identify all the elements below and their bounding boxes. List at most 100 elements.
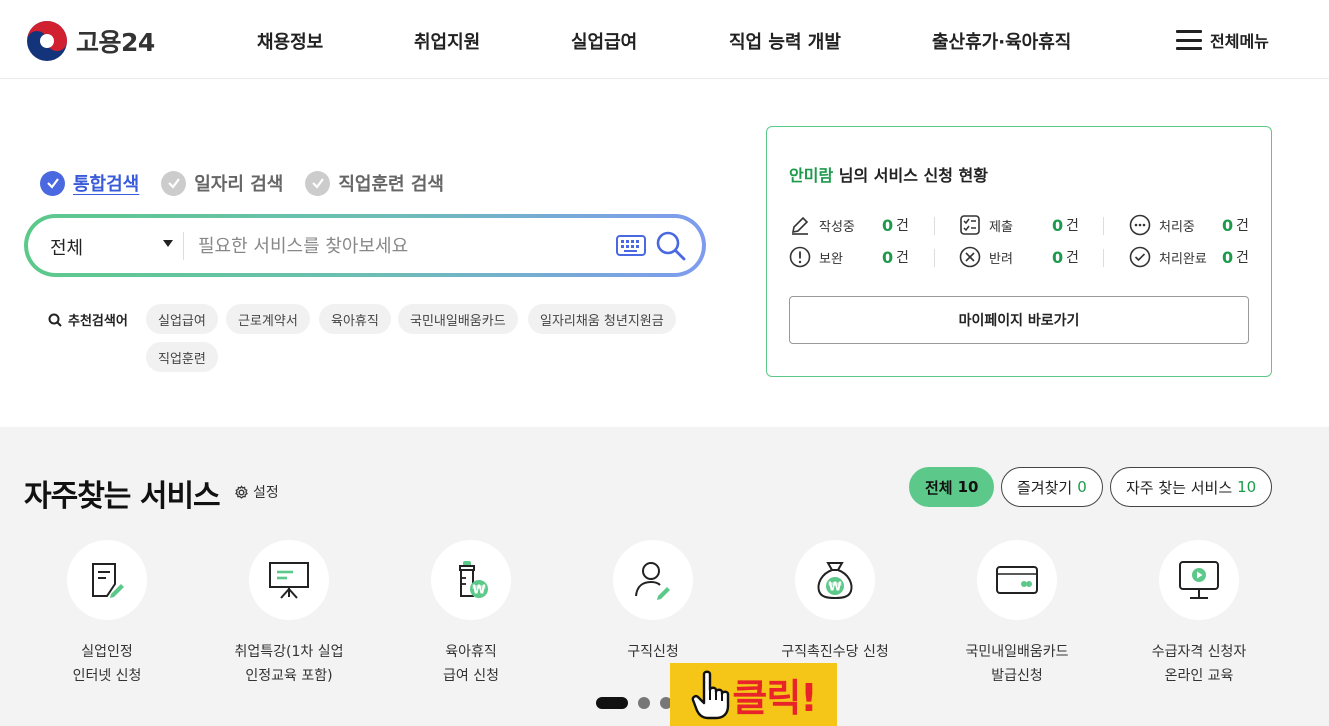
service-label-line2: 발급신청 (991, 668, 1043, 684)
caret-down-icon[interactable] (163, 240, 173, 247)
tab-integrated-search[interactable]: 통합검색 (40, 170, 139, 196)
search-input[interactable] (198, 228, 608, 264)
status-title: 안미람 님의 서비스 신청 현황 (789, 162, 988, 186)
status-unit: 건 (1066, 250, 1079, 266)
check-circle-icon (1129, 246, 1151, 268)
carousel-pager (596, 697, 672, 709)
status-label: 처리중 (1159, 219, 1195, 235)
service-label-line1: 수급자격 신청자 (1151, 644, 1247, 660)
card-icon (996, 566, 1038, 594)
service-status-card: 안미람 님의 서비스 신청 현황 작성중 0 건 제출 0 건 처리중 0 건 (766, 126, 1272, 377)
service-item-job-promotion-allowance[interactable]: ₩ 구직촉진수당 신청 (745, 540, 925, 664)
logo[interactable]: 고용24 (26, 20, 155, 62)
keyword-chip[interactable]: 일자리채움 청년지원금 (528, 304, 676, 334)
x-circle-icon (959, 246, 981, 268)
status-item-submitted[interactable]: 제출 0 건 (959, 214, 1109, 236)
exclamation-circle-icon (789, 246, 811, 268)
baby-bottle-won-icon: ₩ (459, 561, 488, 598)
status-unit: 건 (896, 218, 909, 234)
status-unit: 건 (1066, 218, 1079, 234)
keyword-chip[interactable]: 국민내일배움카드 (398, 304, 518, 334)
pointing-hand-icon (692, 670, 730, 719)
status-item-completed[interactable]: 처리완료 0 건 (1129, 246, 1279, 268)
pager-dot[interactable] (596, 697, 628, 709)
keyword-chip[interactable]: 직업훈련 (146, 342, 218, 372)
hamburger-icon (1176, 30, 1202, 50)
svg-text:₩: ₩ (828, 580, 842, 594)
status-unit: 건 (896, 250, 909, 266)
service-label-line2: 온라인 교육 (1164, 668, 1234, 684)
service-item-online-education[interactable]: 수급자격 신청자 온라인 교육 (1109, 540, 1289, 688)
status-title-suffix: 님의 서비스 신청 현황 (838, 166, 988, 185)
filter-favorites-button[interactable]: 즐겨찾기 0 (1001, 467, 1103, 507)
status-count: 0 (882, 215, 894, 235)
recommend-label: 추천검색어 (48, 310, 128, 329)
divider (1103, 217, 1104, 235)
nav-item-employment-support[interactable]: 취업지원 (414, 28, 480, 54)
nav-item-jobs[interactable]: 채용정보 (257, 28, 323, 54)
search-category-select[interactable]: 전체 (50, 234, 83, 260)
all-menu-button[interactable]: 전체메뉴 (1176, 28, 1269, 52)
status-item-writing[interactable]: 작성중 0 건 (789, 214, 939, 236)
keyword-chip[interactable]: 실업급여 (146, 304, 218, 334)
check-circle-icon (305, 170, 331, 196)
taegeuk-logo-icon (27, 21, 67, 61)
gear-icon (235, 484, 248, 499)
filter-all-button[interactable]: 전체 10 (909, 467, 995, 507)
settings-label: 설정 (253, 485, 279, 501)
tab-training-search[interactable]: 직업훈련 검색 (305, 170, 444, 196)
divider (183, 232, 184, 260)
filter-label: 즐겨찾기 (1017, 478, 1073, 497)
top-header: 고용24 채용정보 취업지원 실업급여 직업 능력 개발 출산휴가·육아휴직 전… (0, 0, 1329, 79)
checklist-icon (960, 215, 980, 235)
service-icon-circle: ₩ (795, 540, 875, 620)
keyboard-icon[interactable] (616, 235, 646, 256)
status-item-supplement[interactable]: 보완 0 건 (789, 246, 939, 268)
pager-dot[interactable] (638, 697, 650, 709)
filter-count: 10 (1237, 478, 1257, 496)
status-count: 0 (882, 247, 894, 267)
service-label-line2: 인터넷 신청 (72, 668, 142, 684)
money-bag-won-icon: ₩ (817, 562, 853, 600)
status-item-processing[interactable]: 처리중 0 건 (1129, 214, 1279, 236)
pencil-icon (791, 216, 809, 235)
status-label: 보완 (819, 251, 843, 267)
status-count: 0 (1222, 215, 1234, 235)
service-label: 구직촉진수당 신청 (745, 640, 925, 664)
settings-button[interactable]: 설정 (234, 482, 279, 502)
service-item-employment-lecture[interactable]: 취업특강(1차 실업 인정교육 포함) (199, 540, 379, 688)
service-label-line2: 인정교육 포함) (245, 668, 333, 684)
search-box: 전체 (24, 214, 706, 277)
click-hint-text: 클릭! (732, 676, 817, 720)
tab-job-search[interactable]: 일자리 검색 (161, 170, 283, 196)
service-item-learning-card[interactable]: 국민내일배움카드 발급신청 (927, 540, 1107, 688)
filter-frequent-button[interactable]: 자주 찾는 서비스 10 (1110, 467, 1273, 507)
service-item-unemployment-recognition[interactable]: 실업인정 인터넷 신청 (17, 540, 197, 688)
status-item-rejected[interactable]: 반려 0 건 (959, 246, 1109, 268)
nav-item-vocational-training[interactable]: 직업 능력 개발 (729, 28, 841, 54)
click-hint-badge: 클릭! (670, 663, 837, 726)
all-menu-label: 전체메뉴 (1210, 32, 1269, 51)
keyword-chip[interactable]: 근로계약서 (226, 304, 310, 334)
service-label: 실업인정 인터넷 신청 (17, 640, 197, 688)
status-count: 0 (1222, 247, 1234, 267)
filter-label: 자주 찾는 서비스 (1126, 478, 1233, 497)
search-icon (48, 313, 62, 327)
monitor-play-icon (1179, 561, 1219, 599)
service-label: 육아휴직 급여 신청 (381, 640, 561, 688)
service-icon-circle (977, 540, 1057, 620)
service-item-parental-leave-benefit[interactable]: ₩ 육아휴직 급여 신청 (381, 540, 561, 688)
recommend-label-text: 추천검색어 (68, 314, 128, 329)
tab-label: 통합검색 (73, 174, 140, 195)
svg-text:₩: ₩ (472, 583, 486, 597)
status-label: 제출 (989, 219, 1013, 235)
nav-item-parental-leave[interactable]: 출산휴가·육아휴직 (932, 28, 1071, 54)
nav-item-unemployment-benefit[interactable]: 실업급여 (571, 28, 637, 54)
mypage-button[interactable]: 마이페이지 바로가기 (789, 296, 1249, 344)
search-icon[interactable] (655, 230, 687, 262)
filter-label: 전체 (925, 478, 953, 497)
service-item-job-application[interactable]: 구직신청 (563, 540, 743, 664)
keyword-chip[interactable]: 육아휴직 (319, 304, 391, 334)
status-label: 처리완료 (1159, 251, 1207, 267)
tab-label: 일자리 검색 (194, 174, 284, 195)
